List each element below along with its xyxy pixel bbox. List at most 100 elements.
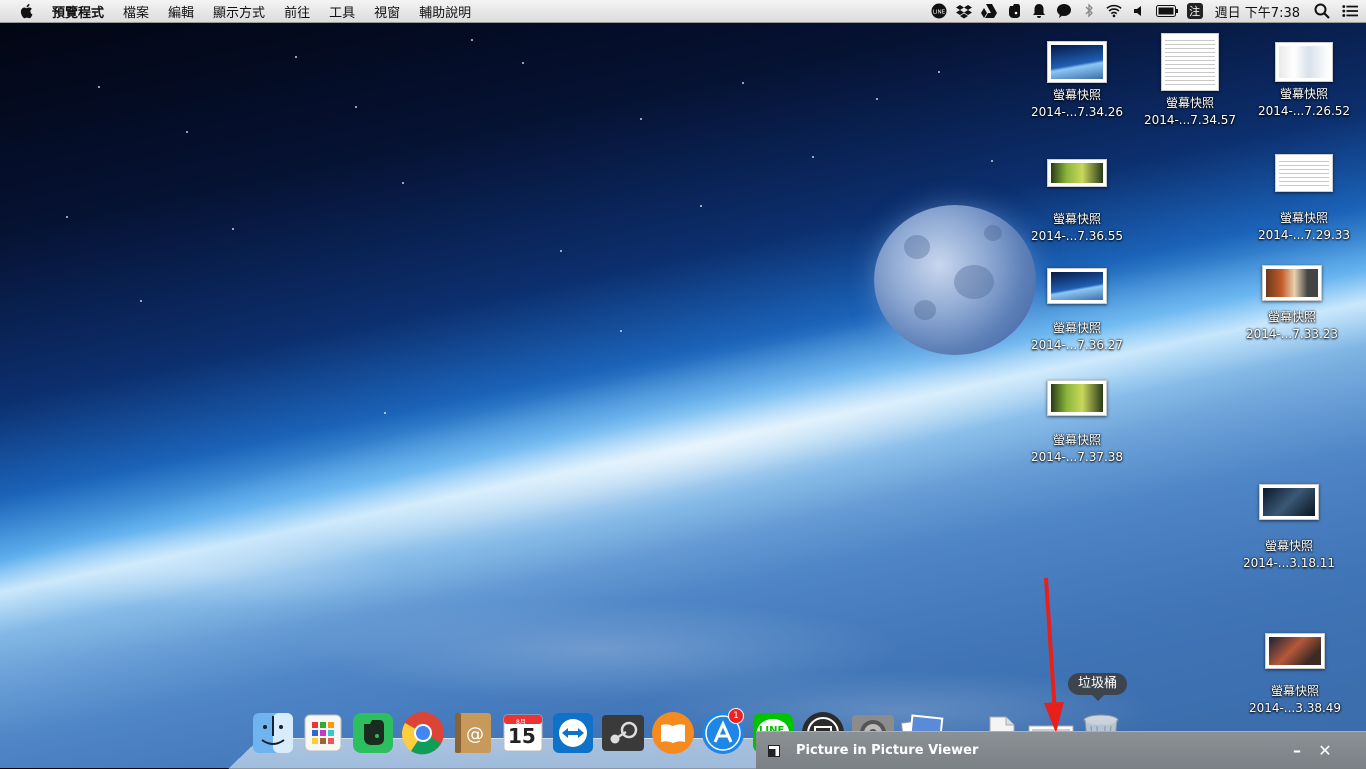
file-label-line1: 螢幕快照 [1052, 88, 1101, 102]
star [640, 118, 642, 120]
moon [874, 205, 1036, 355]
star [471, 39, 473, 41]
pip-title: Picture in Picture Viewer [796, 743, 979, 758]
file-label-line1: 螢幕快照 [1279, 211, 1328, 225]
evernote-icon[interactable] [1006, 3, 1022, 19]
trash-tooltip: 垃圾桶 [1068, 673, 1128, 701]
speech-bubble-icon[interactable] [1056, 3, 1072, 19]
menu-file[interactable]: 檔案 [123, 2, 149, 21]
file-label-line2: 2014-...3.18.11 [1242, 556, 1336, 570]
file-thumbnail [1161, 33, 1219, 91]
dropbox-icon[interactable] [955, 3, 972, 19]
finder-icon[interactable] [250, 710, 296, 756]
star [522, 62, 524, 64]
teamviewer-icon[interactable] [550, 710, 596, 756]
desktop-file-screenshot[interactable]: 螢幕快照 2014-...7.29.33 [1249, 154, 1359, 244]
evernote-icon[interactable] [350, 710, 396, 756]
desktop-file-screenshot[interactable]: 螢幕快照 2014-...7.36.55 [1022, 159, 1132, 245]
file-label-line1: 螢幕快照 [1165, 96, 1214, 110]
menu-help[interactable]: 輔助說明 [419, 2, 471, 21]
star [700, 205, 702, 207]
file-label-line2: 2014-...7.34.26 [1030, 105, 1124, 119]
steam-icon[interactable] [600, 710, 646, 756]
launchpad-icon[interactable] [300, 710, 346, 756]
file-label-line2: 2014-...3.38.49 [1248, 701, 1342, 715]
menu-view[interactable]: 顯示方式 [213, 2, 265, 21]
file-label-line1: 螢幕快照 [1052, 433, 1101, 447]
chrome-icon[interactable] [400, 710, 446, 756]
file-thumbnail [1265, 633, 1325, 669]
star [812, 156, 814, 158]
line-icon[interactable]: LINE [931, 3, 947, 19]
app-store-badge: 1 [728, 708, 744, 724]
wifi-icon[interactable] [1106, 3, 1122, 19]
file-label-line2: 2014-...7.29.33 [1257, 228, 1351, 242]
star [355, 106, 357, 108]
file-label-line1: 螢幕快照 [1270, 684, 1319, 698]
pip-window-icon [768, 744, 780, 757]
battery-icon[interactable] [1155, 3, 1178, 19]
input-method-icon[interactable]: 注 [1186, 3, 1203, 19]
file-label-line2: 2014-...7.36.55 [1030, 229, 1124, 243]
star [384, 412, 386, 414]
menu-window[interactable]: 視窗 [374, 2, 400, 21]
star [295, 56, 297, 58]
red-arrow-annotation [1044, 577, 1064, 733]
desktop-file-screenshot[interactable]: 螢幕快照 2014-...3.18.11 [1234, 484, 1344, 572]
desktop-file-screenshot[interactable]: 螢幕快照 2014-...7.33.23 [1237, 265, 1347, 343]
calendar-day: 15 [508, 724, 536, 748]
contacts-icon[interactable]: @ [450, 710, 496, 756]
star [66, 216, 68, 218]
file-thumbnail [1047, 268, 1107, 304]
file-label-line2: 2014-...7.26.52 [1257, 104, 1351, 118]
desktop-file-screenshot[interactable]: 螢幕快照 2014-...7.37.38 [1022, 380, 1132, 466]
google-drive-icon[interactable] [980, 3, 997, 19]
star [938, 71, 940, 73]
file-label-line2: 2014-...7.34.57 [1143, 113, 1237, 127]
moon-crater [904, 235, 930, 259]
file-label-line2: 2014-...7.36.27 [1030, 338, 1124, 352]
moon-crater [914, 300, 936, 320]
desktop-file-screenshot[interactable]: 螢幕快照 2014-...3.38.49 [1240, 633, 1350, 717]
star [98, 86, 100, 88]
pip-viewer-bar[interactable]: Picture in Picture Viewer – ✕ [756, 731, 1366, 769]
star [991, 160, 993, 162]
notification-bell-icon[interactable] [1031, 3, 1047, 19]
menu-go[interactable]: 前往 [284, 2, 310, 21]
star [186, 131, 188, 133]
desktop-file-screenshot[interactable]: 螢幕快照 2014-...7.36.27 [1022, 268, 1132, 354]
file-label-line2: 2014-...7.37.38 [1030, 450, 1124, 464]
pip-close-button[interactable]: ✕ [1316, 741, 1334, 760]
menu-edit[interactable]: 編輯 [168, 2, 194, 21]
file-label-line1: 螢幕快照 [1267, 310, 1316, 324]
star [232, 228, 234, 230]
file-thumbnail [1275, 42, 1333, 82]
spotlight-search-icon[interactable] [1314, 3, 1330, 19]
menu-tools[interactable]: 工具 [329, 2, 355, 21]
ibooks-icon[interactable] [650, 710, 696, 756]
file-thumbnail [1262, 265, 1322, 301]
moon-crater [984, 225, 1002, 241]
file-label-line1: 螢幕快照 [1264, 539, 1313, 553]
desktop-file-screenshot[interactable]: 螢幕快照 2014-...7.34.57 [1135, 33, 1245, 129]
star [876, 98, 878, 100]
desktop-file-screenshot[interactable]: 螢幕快照 2014-...7.26.52 [1249, 42, 1359, 120]
desktop-file-screenshot[interactable]: 螢幕快照 2014-...7.34.26 [1022, 41, 1132, 121]
svg-text:@: @ [466, 724, 484, 745]
menu-app-name[interactable]: 預覽程式 [52, 2, 104, 21]
app-store-icon[interactable]: 1 [700, 708, 746, 756]
file-thumbnail [1047, 41, 1107, 83]
moon-crater [954, 265, 994, 299]
notification-center-icon[interactable] [1342, 3, 1358, 19]
bluetooth-icon[interactable] [1081, 3, 1097, 19]
apple-menu-icon[interactable] [18, 2, 36, 20]
file-label-line1: 螢幕快照 [1052, 212, 1101, 226]
star [560, 250, 562, 252]
menu-clock[interactable]: 週日 下午7:38 [1215, 2, 1300, 21]
calendar-icon[interactable]: 8月 15 [500, 710, 546, 756]
pip-minimize-button[interactable]: – [1288, 741, 1306, 760]
file-thumbnail [1275, 154, 1333, 192]
file-label-line1: 螢幕快照 [1279, 87, 1328, 101]
star [742, 82, 744, 84]
volume-icon[interactable] [1131, 3, 1147, 19]
